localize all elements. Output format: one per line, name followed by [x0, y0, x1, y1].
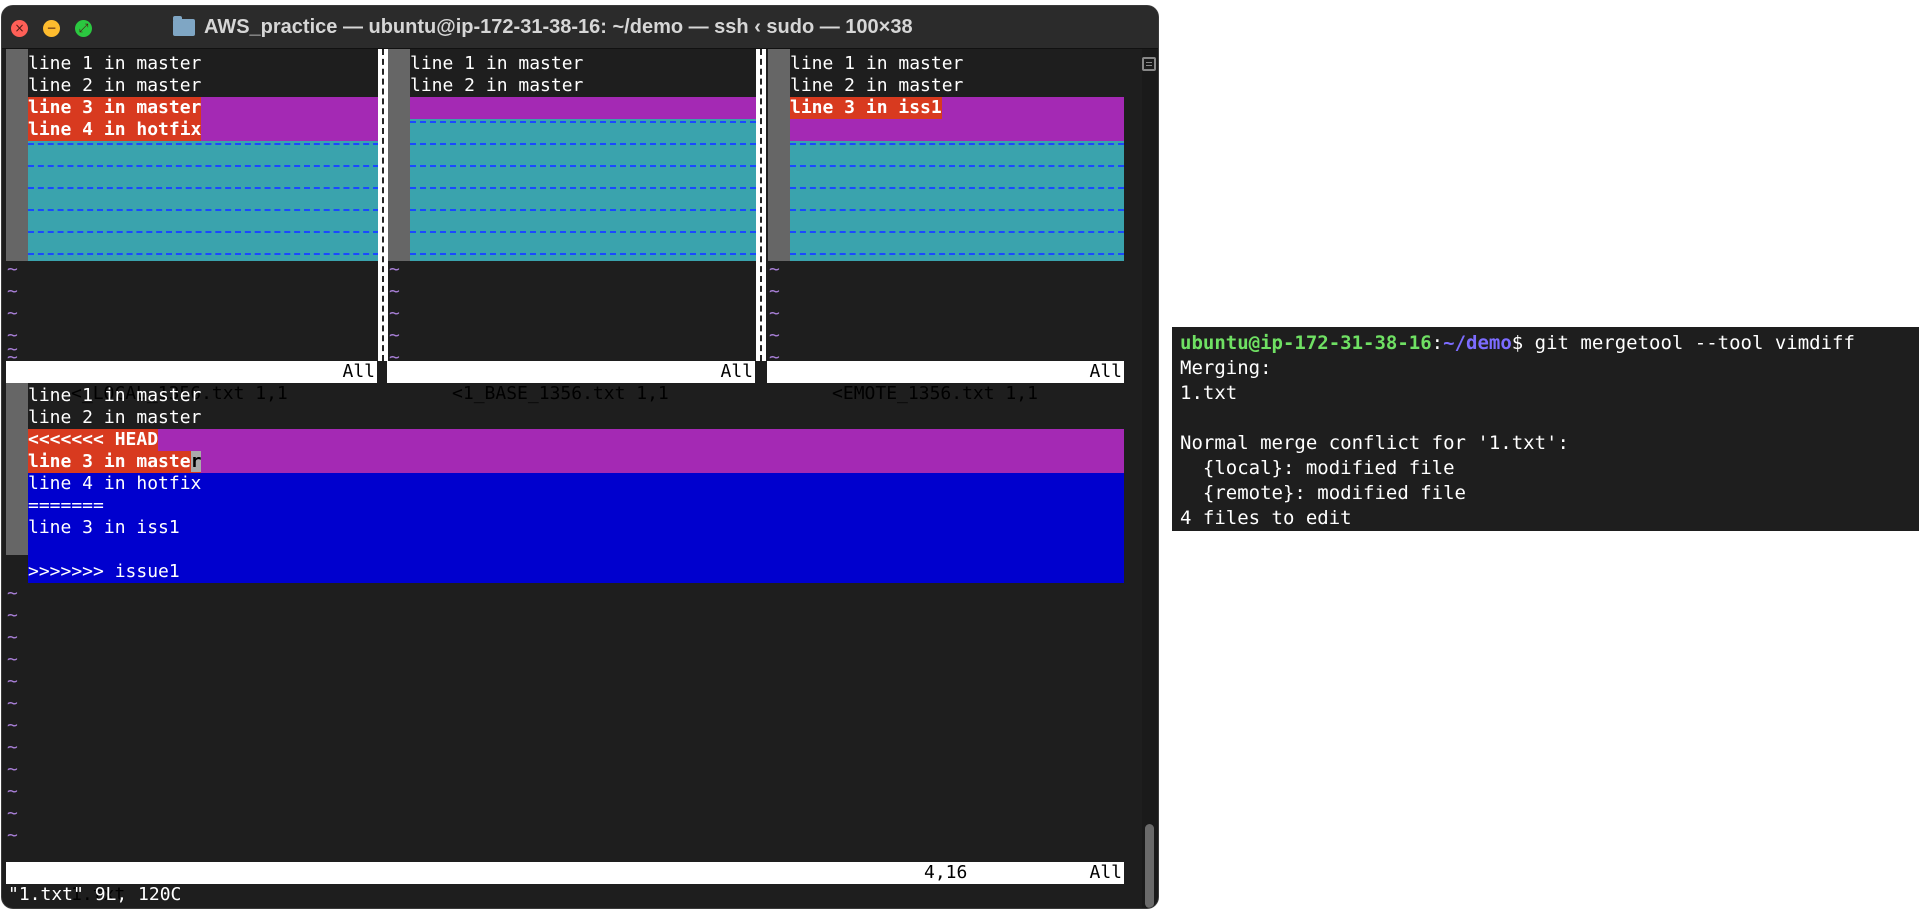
local-pane[interactable]: line 1 in master line 2 in master line 3… [6, 49, 379, 361]
local-line-3: line 3 in master [28, 97, 379, 119]
terminal-output-snippet: ubuntu@ip-172-31-38-16:~/demo$ git merge… [1172, 327, 1919, 531]
remote-status-line: <EMOTE_1356.txt 1,1 All [767, 361, 1124, 404]
merged-line-4: line 3 in master [28, 451, 1124, 473]
remote-line-2: line 2 in master [790, 75, 964, 96]
local-line-4: line 4 in hotfix [28, 119, 379, 141]
maximize-button[interactable]: ⤢ [75, 20, 92, 37]
marks-icon[interactable] [1142, 57, 1156, 71]
output-line-6: {remote}: modified file [1180, 482, 1466, 504]
base-filler [410, 119, 756, 261]
text-cursor: r [190, 451, 202, 472]
base-line-2: line 2 in master [410, 75, 584, 96]
output-line-1: Merging: [1180, 357, 1272, 379]
output-line-2: 1.txt [1180, 382, 1238, 404]
local-line-2: line 2 in master [28, 75, 202, 96]
vim-command-line[interactable]: "1.txt" 9L, 120C [8, 884, 181, 906]
base-line-1: line 1 in master [410, 53, 584, 74]
merged-line-1: line 1 in master [28, 385, 202, 406]
scrollbar-track[interactable] [1142, 49, 1158, 908]
remote-filler [790, 141, 1124, 261]
merged-status-line: 1.txt 4,16 All [6, 862, 1124, 905]
base-change-line [410, 97, 756, 119]
local-line-1: line 1 in master [28, 53, 202, 74]
merged-line-5: line 4 in hotfix [28, 473, 1124, 495]
merged-line-3: <<<<<<< HEAD [28, 429, 1124, 451]
minimize-button[interactable]: − [43, 20, 60, 37]
remote-line-3: line 3 in iss1 [790, 97, 1124, 119]
prompt-line: ubuntu@ip-172-31-38-16:~/demo$ git merge… [1180, 332, 1855, 354]
remote-change-row [790, 119, 1124, 141]
prompt-path: ~/demo [1443, 332, 1512, 354]
merged-line-2: line 2 in master [28, 407, 202, 428]
output-line-7: 4 files to edit [1180, 507, 1352, 529]
scrollbar-thumb[interactable] [1145, 824, 1154, 908]
minimize-icon: − [46, 21, 57, 35]
merged-line-9: >>>>>>> issue1 [28, 561, 1124, 583]
local-status-line: <_LOCAL_1356.txt 1,1 All [6, 361, 377, 404]
merged-line-7: line 3 in iss1 [28, 517, 1124, 539]
merged-pane[interactable]: line 1 in master line 2 in master <<<<<<… [6, 383, 1124, 862]
output-line-4: Normal merge conflict for '1.txt': [1180, 432, 1569, 454]
prompt-user: ubuntu@ip-172-31-38-16 [1180, 332, 1432, 354]
close-button[interactable]: × [11, 20, 28, 37]
vertical-split-2[interactable] [756, 49, 766, 361]
close-icon: × [14, 21, 25, 35]
fullscreen-icon: ⤢ [78, 21, 89, 35]
remote-pane[interactable]: line 1 in master line 2 in master line 3… [768, 49, 1124, 361]
base-status-line: <1_BASE_1356.txt 1,1 All [387, 361, 755, 404]
local-filler [28, 141, 379, 261]
remote-line-1: line 1 in master [790, 53, 964, 74]
output-line-5: {local}: modified file [1180, 457, 1455, 479]
local-tildes-lower: ~ [7, 339, 18, 360]
prompt-command: $ git mergetool --tool vimdiff [1511, 332, 1855, 354]
vertical-split-1[interactable] [378, 49, 388, 361]
folder-icon [173, 16, 195, 36]
terminal-window: × − ⤢ AWS_practice — ubuntu@ip-172-31-38… [2, 6, 1158, 908]
window-title: AWS_practice — ubuntu@ip-172-31-38-16: ~… [204, 16, 913, 38]
title-bar: × − ⤢ AWS_practice — ubuntu@ip-172-31-38… [2, 6, 1158, 49]
vim-diff-area[interactable]: line 1 in master line 2 in master line 3… [2, 49, 1142, 908]
merged-blank-line [28, 539, 1124, 561]
base-pane[interactable]: line 1 in master line 2 in master ~ ~ ~ ~ ~ [388, 49, 756, 361]
merged-line-6: ======= [28, 495, 1124, 517]
